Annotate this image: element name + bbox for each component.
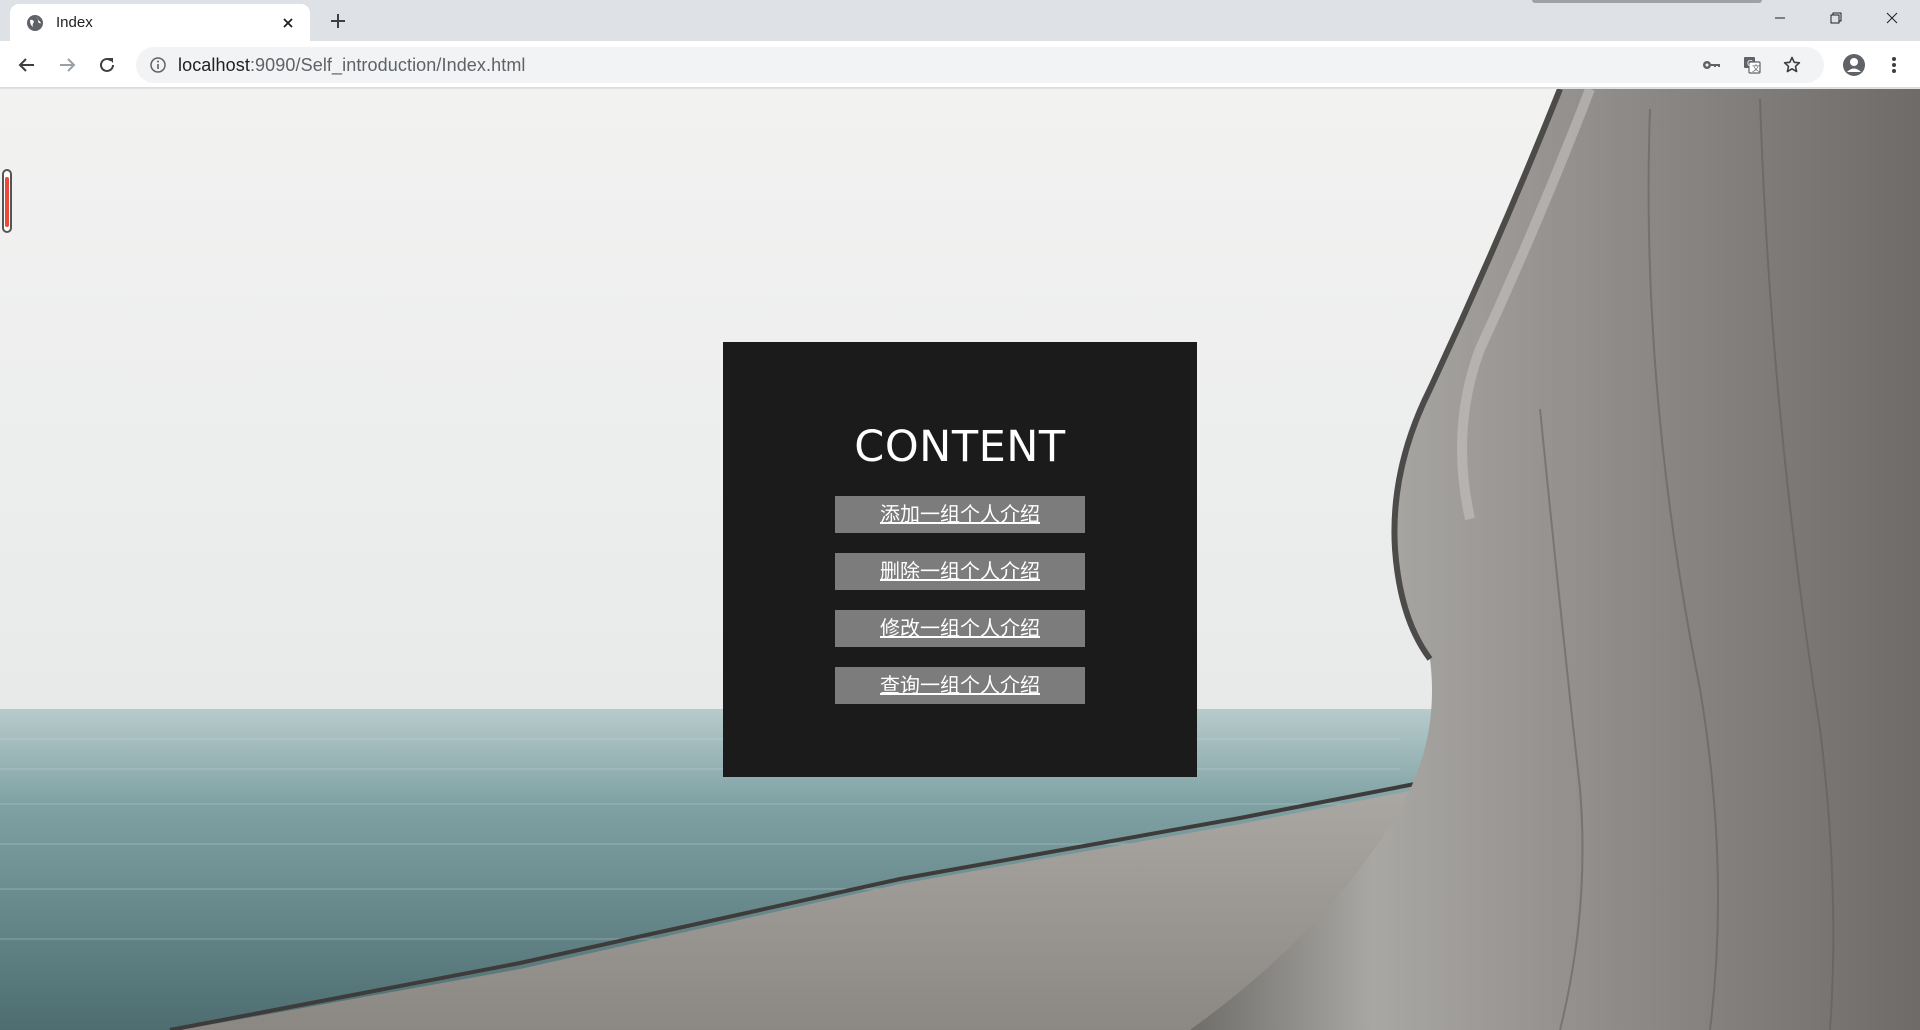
tab-title: Index [56, 14, 93, 31]
url-host: localhost [178, 54, 250, 75]
globe-icon [26, 14, 44, 32]
minimize-icon[interactable] [1752, 0, 1808, 36]
svg-text:文: 文 [1752, 63, 1760, 73]
close-window-icon[interactable] [1864, 0, 1920, 36]
url-text: localhost:9090/Self_introduction/Index.h… [178, 55, 526, 76]
tab-strip: Index [0, 0, 1920, 41]
account-icon[interactable] [1838, 49, 1870, 81]
window-controls [1752, 0, 1920, 36]
url-path: :9090/Self_introduction/Index.html [249, 54, 526, 75]
add-intro-link[interactable]: 添加一组个人介绍 [835, 496, 1085, 533]
query-intro-link[interactable]: 查询一组个人介绍 [835, 667, 1085, 704]
key-icon[interactable] [1702, 55, 1722, 75]
edit-intro-link[interactable]: 修改一组个人介绍 [835, 610, 1085, 647]
restore-icon[interactable] [1808, 0, 1864, 36]
plus-icon[interactable] [326, 9, 350, 33]
back-icon[interactable] [11, 49, 43, 81]
translate-icon[interactable]: G文 [1742, 55, 1762, 75]
browser-tab[interactable]: Index [10, 4, 310, 41]
content-title: CONTENT [854, 422, 1066, 472]
scroll-indicator-fill [5, 177, 9, 227]
browser-toolbar: localhost:9090/Self_introduction/Index.h… [0, 41, 1920, 88]
window-edge [1532, 0, 1762, 3]
page-viewport: CONTENT 添加一组个人介绍 删除一组个人介绍 修改一组个人介绍 查询一组个… [0, 89, 1920, 1030]
delete-intro-link[interactable]: 删除一组个人介绍 [835, 553, 1085, 590]
reload-icon[interactable] [91, 49, 123, 81]
star-icon[interactable] [1782, 55, 1802, 75]
menu-icon[interactable] [1878, 49, 1910, 81]
menu-list: 添加一组个人介绍 删除一组个人介绍 修改一组个人介绍 查询一组个人介绍 [835, 496, 1085, 724]
info-icon[interactable] [150, 57, 166, 73]
address-bar[interactable]: localhost:9090/Self_introduction/Index.h… [136, 47, 1824, 83]
scroll-indicator[interactable] [2, 169, 12, 233]
forward-icon[interactable] [51, 49, 83, 81]
close-icon[interactable] [278, 13, 298, 33]
content-panel: CONTENT 添加一组个人介绍 删除一组个人介绍 修改一组个人介绍 查询一组个… [723, 342, 1197, 777]
